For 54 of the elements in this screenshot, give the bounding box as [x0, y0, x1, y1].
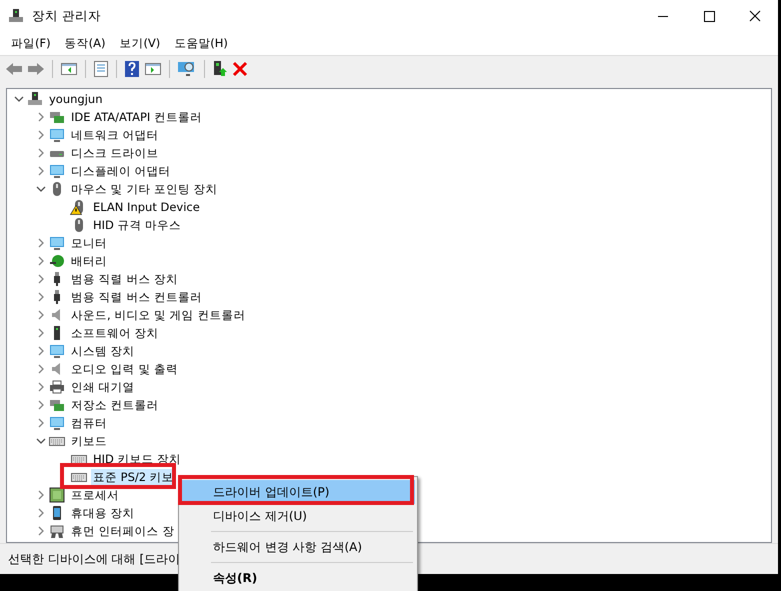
monitor-icon — [49, 235, 65, 251]
tree-item[interactable]: 범용 직렬 버스 컨트롤러 — [69, 289, 204, 305]
window-title: 장치 관리자 — [32, 8, 101, 24]
battery-icon — [49, 253, 65, 269]
menu-item[interactable]: 하드웨어 변경 사항 검색(A) — [181, 535, 415, 559]
tree-item[interactable]: 배터리 — [69, 253, 109, 269]
menu-item[interactable]: 속성(R) — [181, 566, 415, 590]
tree-item[interactable]: 인쇄 대기열 — [69, 379, 137, 395]
tree-item[interactable]: 범용 직렬 버스 장치 — [69, 271, 180, 287]
menu-item[interactable]: 파일(F) — [4, 36, 58, 51]
controller-card-icon — [49, 109, 65, 125]
tree-item[interactable]: 오디오 입력 및 출력 — [69, 361, 180, 377]
tree-item[interactable]: 마우스 및 기타 포인팅 장치 — [69, 181, 220, 197]
computer-icon — [27, 91, 43, 107]
menu-item[interactable]: 동작(A) — [58, 36, 112, 51]
monitor-icon — [49, 127, 65, 143]
tree-item[interactable]: 시스템 장치 — [69, 343, 137, 359]
tree-item[interactable]: 휴대용 장치 — [69, 505, 137, 521]
menu-item[interactable]: 보기(V) — [112, 36, 168, 51]
tree-item[interactable]: ELAN Input Device — [91, 199, 202, 215]
panel-icon[interactable] — [144, 61, 162, 77]
properties-icon[interactable] — [93, 60, 109, 78]
monitor-icon — [49, 163, 65, 179]
monitor-icon — [49, 343, 65, 359]
tree-item[interactable]: 키보드 — [69, 433, 109, 449]
tree-item[interactable]: 모니터 — [69, 235, 109, 251]
tree-item[interactable]: 소프트웨어 장치 — [69, 325, 161, 341]
tree-item[interactable]: 네트워크 어댑터 — [69, 127, 161, 143]
tree-item[interactable]: 사운드, 비디오 및 게임 컨트롤러 — [69, 307, 248, 323]
tree-item[interactable]: 저장소 컨트롤러 — [69, 397, 161, 413]
tree-item[interactable]: IDE ATA/ATAPI 컨트롤러 — [69, 109, 204, 125]
tree-item[interactable]: 디스플레이 어댑터 — [69, 163, 173, 179]
menu-item[interactable]: 디바이스 제거(U) — [181, 504, 415, 528]
back-icon[interactable] — [5, 61, 23, 77]
monitor-icon — [49, 415, 65, 431]
monitor-scan-icon[interactable] — [177, 60, 197, 78]
tree-item[interactable]: 프로세서 — [69, 487, 121, 503]
chip-icon — [49, 487, 65, 503]
menu-item[interactable]: 도움말(H) — [167, 36, 235, 51]
tree-item[interactable]: 휴먼 인터페이스 장 — [69, 523, 176, 539]
tree-item[interactable]: youngjun — [47, 91, 104, 107]
tree-item[interactable]: HID 규격 마우스 — [91, 217, 184, 233]
tree-item[interactable]: 디스크 드라이브 — [69, 145, 161, 161]
tree-item[interactable]: 컴퓨터 — [69, 415, 109, 431]
gamepad-icon — [49, 523, 65, 539]
controller-card-icon — [49, 397, 65, 413]
printer-icon — [49, 379, 65, 395]
forward-icon[interactable] — [27, 61, 45, 77]
status-text: 선택한 디바이스에 대해 [드라이 — [8, 550, 180, 568]
update-driver-icon[interactable] — [212, 60, 228, 78]
device-manager-icon — [8, 8, 24, 24]
remove-icon[interactable] — [232, 61, 248, 77]
help-icon[interactable] — [124, 60, 140, 78]
panel-icon[interactable] — [60, 61, 78, 77]
